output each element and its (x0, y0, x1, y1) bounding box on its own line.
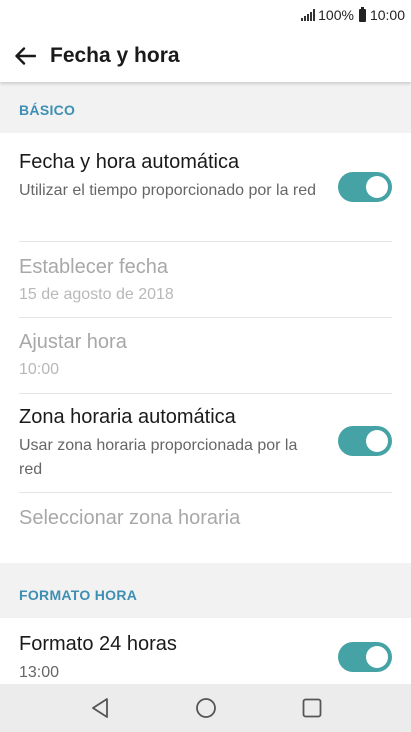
arrow-left-icon (15, 47, 36, 65)
nav-back-button[interactable] (47, 684, 153, 732)
setting-summary: 15 de agosto de 2018 (19, 286, 174, 303)
setting-set-date[interactable]: Establecer fecha 15 de agosto de 2018 (0, 242, 411, 317)
setting-title: Seleccionar zona horaria (19, 507, 241, 529)
setting-summary: Utilizar el tiempo proporcionado por la … (19, 182, 317, 199)
signal-icon (300, 9, 316, 21)
app-bar: Fecha y hora (0, 30, 411, 82)
setting-auto-datetime[interactable]: Fecha y hora automática Utilizar el tiem… (0, 133, 411, 241)
time-format-panel: Formato 24 horas 13:00 (0, 618, 411, 684)
section-header-basic-label: BÁSICO (19, 102, 76, 118)
toggle-knob (366, 430, 388, 452)
section-header-time-format-label: FORMATO HORA (19, 587, 138, 603)
toggle-knob (366, 646, 388, 668)
setting-title: Formato 24 horas (19, 633, 177, 655)
status-bar: 100% 10:00 (0, 0, 411, 30)
navigation-bar (0, 684, 411, 732)
back-button[interactable] (0, 30, 50, 82)
section-header-basic: BÁSICO (0, 84, 411, 128)
setting-summary: 10:00 (19, 361, 60, 378)
format-24h-toggle[interactable] (338, 642, 392, 672)
circle-home-icon (195, 698, 216, 718)
setting-set-time[interactable]: Ajustar hora 10:00 (0, 318, 411, 393)
nav-recents-button[interactable] (259, 684, 365, 732)
setting-select-timezone[interactable]: Seleccionar zona horaria (0, 493, 411, 553)
page-title: Fecha y hora (50, 44, 180, 67)
basic-settings-panel: Fecha y hora automática Utilizar el tiem… (0, 133, 411, 563)
setting-summary: Usar zona horaria proporcionada por la r… (19, 437, 298, 478)
setting-title: Zona horaria automática (19, 406, 236, 428)
section-header-time-format: FORMATO HORA (0, 569, 411, 613)
toggle-knob (366, 176, 388, 198)
setting-title: Establecer fecha (19, 256, 168, 278)
setting-auto-timezone[interactable]: Zona horaria automática Usar zona horari… (0, 394, 411, 492)
triangle-back-icon (91, 698, 108, 718)
setting-title: Fecha y hora automática (19, 151, 240, 173)
auto-datetime-toggle[interactable] (338, 172, 392, 202)
setting-format-24h[interactable]: Formato 24 horas 13:00 (0, 618, 411, 684)
clock: 10:00 (369, 7, 405, 23)
setting-title: Ajustar hora (19, 331, 127, 353)
battery-percentage: 100% (318, 7, 354, 23)
battery-icon (358, 6, 366, 22)
setting-summary: 13:00 (19, 664, 60, 681)
nav-home-button[interactable] (153, 684, 259, 732)
square-recents-icon (302, 698, 321, 718)
auto-timezone-toggle[interactable] (338, 426, 392, 456)
